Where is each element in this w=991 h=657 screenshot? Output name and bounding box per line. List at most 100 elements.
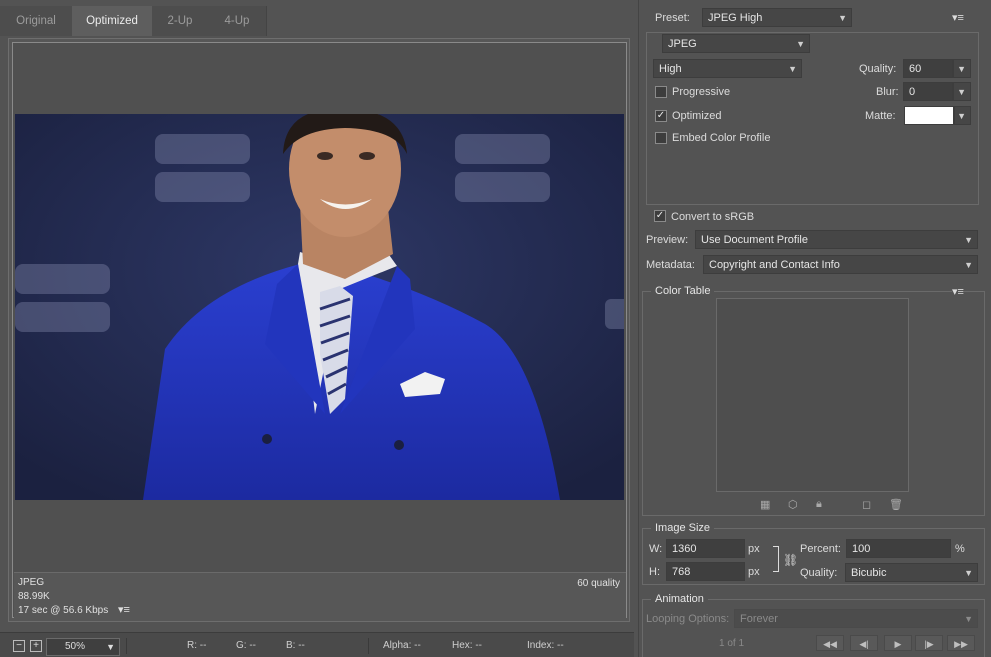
link-bracket <box>773 546 779 572</box>
file-format-value: JPEG <box>668 38 697 50</box>
alpha-readout: Alpha: -- <box>383 640 421 651</box>
chevron-down-icon: ▼ <box>106 642 115 652</box>
portrait-photo <box>15 114 624 500</box>
chevron-down-icon: ▼ <box>957 64 966 74</box>
next-frame-button[interactable]: |▶ <box>915 635 943 651</box>
convert-srgb-checkbox[interactable]: ✓ <box>654 210 666 222</box>
looping-options-dropdown[interactable]: Forever ▼ <box>734 609 978 628</box>
optimized-label: Optimized <box>672 110 722 122</box>
chevron-down-icon: ▼ <box>964 568 973 578</box>
index-readout: Index: -- <box>527 640 564 651</box>
matte-dropdown-button[interactable]: ▼ <box>954 106 971 125</box>
embed-color-profile-checkbox[interactable] <box>655 132 667 144</box>
chevron-down-icon: ▼ <box>957 87 966 97</box>
progressive-label: Progressive <box>672 86 731 98</box>
width-unit: px <box>748 543 760 555</box>
embed-color-profile-label: Embed Color Profile <box>672 132 771 144</box>
chevron-down-icon: ▼ <box>838 13 847 23</box>
quality-slider-button[interactable]: ▼ <box>953 59 971 78</box>
quality-input[interactable]: 60 <box>903 59 953 78</box>
blue-readout: B: -- <box>286 640 305 651</box>
hex-readout: Hex: -- <box>452 640 482 651</box>
preview-profile-value: Use Document Profile <box>701 234 808 246</box>
trash-icon[interactable]: 🗑︎ <box>889 498 903 511</box>
width-label: W: <box>649 543 663 555</box>
cube-icon[interactable]: ⬡ <box>788 498 798 511</box>
metadata-dropdown[interactable]: Copyright and Contact Info ▼ <box>703 255 978 274</box>
frame-counter: 1 of 1 <box>719 638 745 649</box>
preview-profile-dropdown[interactable]: Use Document Profile ▼ <box>695 230 978 249</box>
web-snap-icon[interactable]: ▦ <box>760 498 770 511</box>
color-table-swatches[interactable] <box>716 298 909 492</box>
matte-label: Matte: <box>865 110 896 122</box>
chain-link-icon[interactable]: ⛓︎ <box>783 553 798 567</box>
color-table-title: Color Table <box>651 285 715 297</box>
tab-original[interactable]: Original <box>0 6 73 36</box>
preset-value: JPEG High <box>708 12 763 24</box>
animation-title: Animation <box>651 593 708 605</box>
metadata-label: Metadata: <box>646 259 695 271</box>
preview-image[interactable] <box>15 114 624 500</box>
height-unit: px <box>748 566 760 578</box>
download-time-readout: 17 sec @ 56.6 Kbps <box>18 605 109 616</box>
quality-readout: 60 quality <box>577 578 620 589</box>
divider <box>368 638 369 654</box>
image-size-title: Image Size <box>651 522 715 534</box>
resample-quality-label: Quality: <box>800 567 838 579</box>
file-format-dropdown[interactable]: JPEG ▼ <box>662 34 810 53</box>
preview-label: Preview: <box>646 234 689 246</box>
resample-quality-value: Bicubic <box>851 567 887 579</box>
looping-options-label: Looping Options: <box>646 613 730 625</box>
red-readout: R: -- <box>187 640 207 651</box>
preset-label: Preset: <box>655 12 690 24</box>
tab-optimized[interactable]: Optimized <box>72 6 153 36</box>
zoom-level-dropdown[interactable]: 50% ▼ <box>46 638 120 656</box>
compression-quality-value: High <box>659 63 682 75</box>
resample-quality-dropdown[interactable]: Bicubic ▼ <box>845 563 978 582</box>
first-frame-button[interactable]: ◀◀ <box>816 635 844 651</box>
file-size-readout: 88.99K <box>18 591 50 602</box>
tab-4up[interactable]: 4-Up <box>208 6 267 36</box>
width-input[interactable]: 1360 <box>666 539 745 558</box>
tab-2up[interactable]: 2-Up <box>152 6 209 36</box>
convert-srgb-label: Convert to sRGB <box>671 211 755 223</box>
chevron-down-icon: ▼ <box>788 64 797 74</box>
divider <box>126 638 127 654</box>
quality-label: Quality: <box>859 63 897 75</box>
chevron-down-icon: ▼ <box>964 235 973 245</box>
chevron-down-icon: ▼ <box>796 39 805 49</box>
height-input[interactable]: 768 <box>666 562 745 581</box>
download-options-menu-icon[interactable]: ▾≡ <box>118 603 130 616</box>
blur-label: Blur: <box>876 86 899 98</box>
status-bar: − + 50% ▼ R: -- G: -- B: -- Alpha: -- He… <box>0 632 634 657</box>
preset-menu-icon[interactable]: ▾≡ <box>952 11 964 24</box>
progressive-checkbox[interactable] <box>655 86 667 98</box>
play-button[interactable]: ▶ <box>884 635 912 651</box>
preset-dropdown[interactable]: JPEG High ▼ <box>702 8 852 27</box>
checkmark-icon: ✓ <box>655 210 665 221</box>
optimized-checkbox[interactable]: ✓ <box>655 110 667 122</box>
percent-input[interactable]: 100 <box>846 539 951 558</box>
green-readout: G: -- <box>236 640 256 651</box>
new-color-icon[interactable]: ◻ <box>862 498 871 511</box>
format-readout: JPEG <box>18 577 45 588</box>
color-table-menu-icon[interactable]: ▾≡ <box>952 285 964 298</box>
percent-unit: % <box>955 543 965 555</box>
blur-input[interactable]: 0 <box>903 82 953 101</box>
percent-label: Percent: <box>800 543 841 555</box>
chevron-down-icon: ▼ <box>964 614 973 624</box>
blur-slider-button[interactable]: ▼ <box>953 82 971 101</box>
matte-color-swatch[interactable] <box>904 106 954 125</box>
chevron-down-icon: ▼ <box>957 111 966 121</box>
zoom-out-icon[interactable]: − <box>13 640 25 652</box>
last-frame-button[interactable]: ▶▶ <box>947 635 975 651</box>
zoom-level-value: 50% <box>65 641 86 652</box>
metadata-value: Copyright and Contact Info <box>709 259 840 271</box>
zoom-in-icon[interactable]: + <box>30 640 42 652</box>
chevron-down-icon: ▼ <box>964 260 973 270</box>
previous-frame-button[interactable]: ◀| <box>850 635 878 651</box>
optimization-info-bar: JPEG 88.99K 17 sec @ 56.6 Kbps ▾≡ 60 qua… <box>14 572 626 618</box>
compression-quality-dropdown[interactable]: High ▼ <box>653 59 802 78</box>
height-label: H: <box>649 566 660 578</box>
lock-icon[interactable]: 🔒︎ <box>816 498 822 511</box>
